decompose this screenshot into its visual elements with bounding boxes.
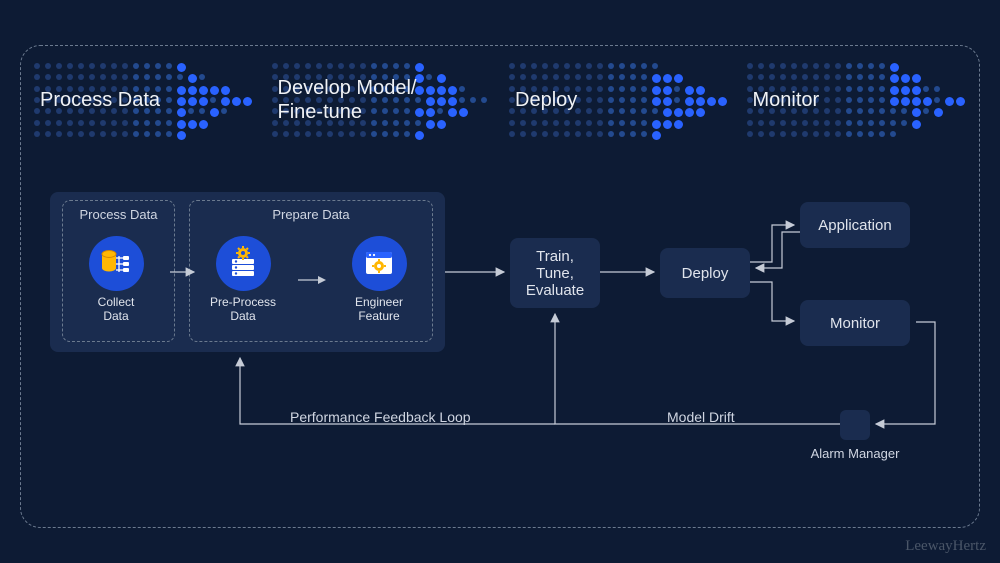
- box-label: Monitor: [830, 315, 880, 332]
- preprocess-data-node: Pre-ProcessData: [198, 236, 288, 324]
- train-tune-evaluate-box: Train,Tune,Evaluate: [510, 238, 600, 308]
- stage-label: Develop Model/Fine-tune: [278, 76, 417, 124]
- stage-label: Deploy: [515, 88, 577, 112]
- stage-develop-model: Develop Model/Fine-tune: [268, 60, 496, 140]
- process-data-container: Process Data: [50, 192, 445, 352]
- stage-monitor: Monitor: [743, 60, 971, 140]
- engineer-feature-node: EngineerFeature: [334, 236, 424, 324]
- group-body: CollectData: [71, 226, 166, 333]
- group-title: Process Data: [71, 205, 166, 226]
- stage-label: Monitor: [753, 88, 820, 112]
- box-label: Train,Tune,Evaluate: [526, 248, 584, 299]
- stage-deploy: Deploy: [505, 60, 733, 140]
- prepare-data-group: Prepare Data: [189, 200, 433, 342]
- group-body: Pre-ProcessData: [198, 226, 424, 333]
- stage-label: Process Data: [40, 88, 160, 112]
- node-label: CollectData: [98, 295, 135, 324]
- group-title: Prepare Data: [198, 205, 424, 226]
- alarm-manager-box: [840, 410, 870, 440]
- arrow-icon: [296, 270, 326, 290]
- deploy-box: Deploy: [660, 248, 750, 298]
- monitor-box: Monitor: [800, 300, 910, 346]
- node-label: Pre-ProcessData: [210, 295, 276, 324]
- model-drift-label: Model Drift: [667, 409, 735, 425]
- server-gear-icon: [216, 236, 271, 291]
- collect-data-group: Process Data: [62, 200, 175, 342]
- stage-header-row: Process Data Develop Model/Fine-tune Dep…: [30, 60, 970, 140]
- collect-data-node: CollectData: [71, 236, 161, 324]
- performance-feedback-loop-label: Performance Feedback Loop: [290, 409, 471, 425]
- browser-gear-icon: [352, 236, 407, 291]
- database-icon: [89, 236, 144, 291]
- alarm-manager-label: Alarm Manager: [800, 446, 910, 461]
- node-label: EngineerFeature: [355, 295, 403, 324]
- stage-process-data: Process Data: [30, 60, 258, 140]
- application-box: Application: [800, 202, 910, 248]
- box-label: Deploy: [682, 265, 729, 282]
- watermark: LeewayHertz: [905, 538, 986, 555]
- box-label: Application: [818, 217, 891, 234]
